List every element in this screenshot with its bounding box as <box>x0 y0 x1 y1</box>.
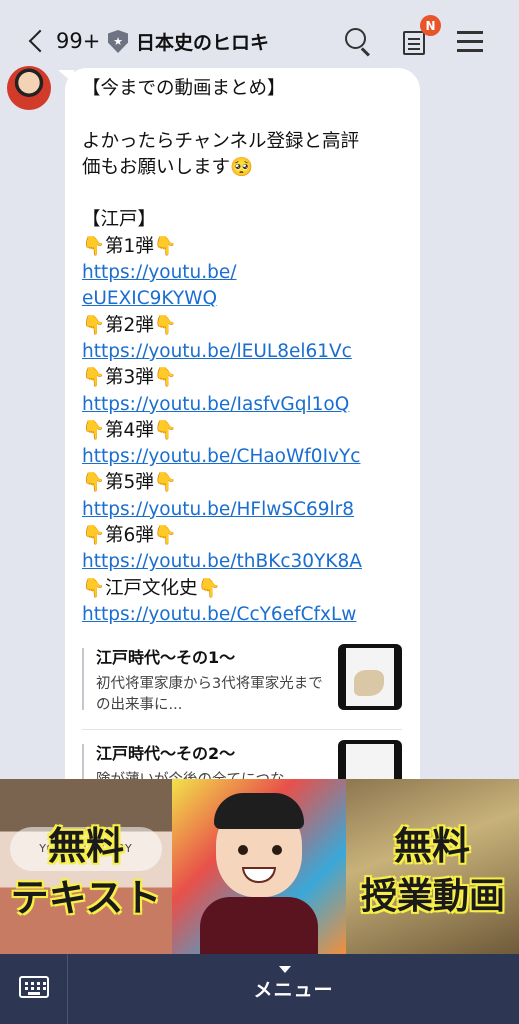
pointing-down-icon: 👇 <box>82 367 106 389</box>
pointing-down-icon: 👇 <box>153 235 177 257</box>
message-line: 【今までの動画まとめ】 <box>82 78 286 99</box>
pointing-down-icon: 👇 <box>82 577 106 599</box>
pointing-down-icon: 👇 <box>82 525 106 547</box>
back-button[interactable]: 99+ <box>26 26 106 56</box>
keyboard-toggle-button[interactable] <box>0 954 68 1024</box>
video-label: 👇第5弾👇 <box>82 472 177 494</box>
character-hair <box>214 793 304 829</box>
card-title: 江戸時代〜その2〜 <box>96 744 236 763</box>
notification-badge: N <box>420 15 441 36</box>
pointing-down-icon: 👇 <box>82 419 106 441</box>
chat-title-area[interactable]: ★ 日本史のヒロキ <box>108 28 269 55</box>
video-label: 👇江戸文化史👇 <box>82 577 221 599</box>
pointing-down-icon: 👇 <box>82 472 106 494</box>
keyboard-icon <box>19 976 49 998</box>
chat-title: 日本史のヒロキ <box>136 32 270 54</box>
lesson-video-label: 授業動画 <box>360 876 505 917</box>
bottom-bar: メニュー <box>0 954 519 1024</box>
video-label: 👇第4弾👇 <box>82 419 177 441</box>
video-link-4[interactable]: https://youtu.be/CHaoWf0IvYc <box>82 446 360 467</box>
free-label: 無料 <box>393 824 470 868</box>
message-text: 【今までの動画まとめ】 よかったらチャンネル登録と高評 価もお願いします🥺 【江… <box>82 76 412 628</box>
pointing-down-icon: 👇 <box>197 577 221 599</box>
video-link-5[interactable]: https://youtu.be/HFlwSC69lr8 <box>82 499 354 520</box>
pointing-down-icon: 👇 <box>153 367 177 389</box>
search-icon[interactable] <box>342 25 374 57</box>
menu-icon[interactable] <box>455 25 487 57</box>
video-label: 👇第3弾👇 <box>82 367 177 389</box>
video-link-6[interactable]: https://youtu.be/thBKc30YK8A <box>82 551 362 572</box>
section-heading: 【江戸】 <box>82 209 157 231</box>
video-label: 👇第2弾👇 <box>82 314 177 336</box>
card-divider <box>82 729 402 730</box>
card-title: 江戸時代〜その1〜 <box>96 648 236 667</box>
message-line: 価もお願いします🥺 <box>82 156 254 178</box>
pointing-down-icon: 👇 <box>153 419 177 441</box>
pointing-down-icon: 👇 <box>82 314 106 336</box>
video-label: 👇第1弾👇 <box>82 235 177 257</box>
card-accent-bar <box>82 648 84 710</box>
rich-menu: YOUR HISTORY 無料 テキスト 無料 授業動画 <box>0 779 519 954</box>
character-eye <box>238 845 248 855</box>
rich-menu-free-text[interactable]: YOUR HISTORY 無料 テキスト <box>0 779 172 954</box>
sender-avatar[interactable] <box>7 66 51 110</box>
message-line: よかったらチャンネル登録と高評 <box>82 130 359 152</box>
card-thumbnail <box>338 644 402 710</box>
video-link-2[interactable]: https://youtu.be/lEUL8el61Vc <box>82 341 352 362</box>
pointing-down-icon: 👇 <box>153 314 177 336</box>
text-label: テキスト <box>10 876 162 920</box>
menu-toggle-button[interactable]: メニュー <box>68 954 519 1024</box>
video-link-1[interactable]: eUEXIC9KYWQ <box>82 288 217 309</box>
rich-menu-character[interactable] <box>172 779 346 954</box>
verified-shield-icon: ★ <box>108 30 128 53</box>
free-label: 無料 <box>47 824 124 868</box>
pointing-down-icon: 👇 <box>153 525 177 547</box>
video-link-7[interactable]: https://youtu.be/CcY6efCfxLw <box>82 604 356 625</box>
rich-menu-free-video[interactable]: 無料 授業動画 <box>346 779 519 954</box>
video-link-3[interactable]: https://youtu.be/IasfvGql1oQ <box>82 394 349 415</box>
card-description: 初代将軍家康から3代将軍家光までの出来事に... <box>96 676 323 713</box>
chevron-left-icon <box>28 29 52 53</box>
pointing-down-icon: 👇 <box>82 235 106 257</box>
character-eye <box>272 845 282 855</box>
pointing-down-icon: 👇 <box>153 472 177 494</box>
character-body <box>200 897 318 954</box>
video-label: 👇第6弾👇 <box>82 525 177 547</box>
video-link-1[interactable]: https://youtu.be/ <box>82 262 237 283</box>
unread-count: 99+ <box>56 29 101 53</box>
